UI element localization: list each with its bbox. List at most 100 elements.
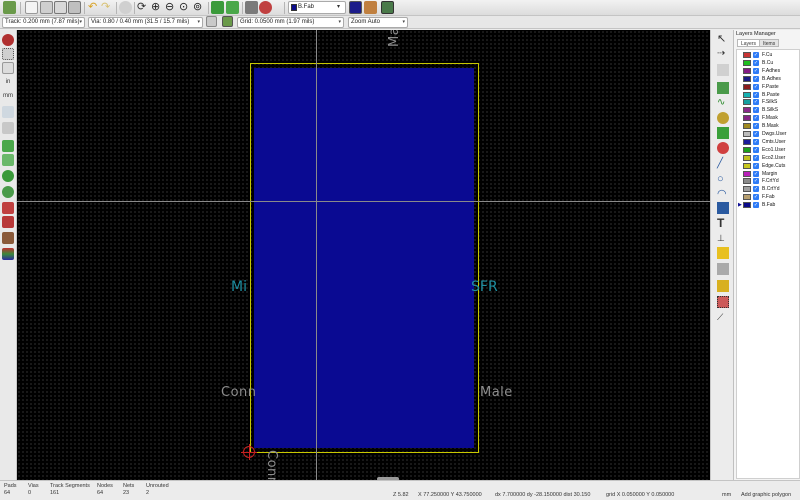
keepout-area-icon[interactable] xyxy=(717,142,729,154)
layer-row[interactable]: ✓ Margin xyxy=(737,170,799,178)
layer-color-swatch[interactable] xyxy=(743,138,751,145)
layer-color-swatch[interactable] xyxy=(743,123,751,130)
3d-viewer-icon[interactable] xyxy=(381,1,394,14)
microwave-tools-icon[interactable] xyxy=(2,232,14,244)
layer-color-swatch[interactable] xyxy=(743,131,751,137)
layer-color-swatch[interactable] xyxy=(743,67,751,74)
auto-width-icon[interactable] xyxy=(206,16,217,27)
drc-off-icon[interactable] xyxy=(2,34,14,46)
scripting-console-icon[interactable] xyxy=(364,1,377,14)
layer-visibility-checkbox[interactable]: ✓ xyxy=(753,154,759,161)
pcb-canvas[interactable]: Male Mi SFR Conn Male Conn xyxy=(17,30,710,480)
tab-items[interactable]: Items xyxy=(759,39,780,47)
layer-color-swatch[interactable] xyxy=(743,202,751,209)
layer-visibility-checkbox[interactable]: ✓ xyxy=(753,59,759,66)
layer-color-swatch[interactable] xyxy=(743,146,751,153)
units-mm-icon[interactable]: mm xyxy=(2,90,14,102)
footprint-editor-icon[interactable] xyxy=(211,1,224,14)
zoom-in-icon[interactable]: ⊕ xyxy=(151,1,164,14)
layer-visibility-checkbox[interactable]: ✓ xyxy=(753,138,759,145)
layer-visibility-checkbox[interactable]: ✓ xyxy=(753,186,759,193)
layer-visibility-checkbox[interactable]: ✓ xyxy=(753,107,759,114)
local-ratsnest-icon[interactable] xyxy=(717,64,729,76)
layer-color-swatch[interactable] xyxy=(743,170,751,177)
layer-row[interactable]: ✓ Eco1.User xyxy=(737,146,799,154)
footprint-viewer-icon[interactable] xyxy=(226,1,239,14)
layer-row[interactable]: ✓ B.Mask xyxy=(737,122,799,130)
layer-color-swatch[interactable] xyxy=(743,83,751,90)
zoom-fit-icon[interactable]: ⊙ xyxy=(179,1,192,14)
add-line-icon[interactable]: ╱ xyxy=(717,158,729,170)
layer-pair-icon[interactable] xyxy=(349,1,362,14)
set-origin-icon[interactable] xyxy=(717,280,729,292)
layer-visibility-checkbox[interactable]: ✓ xyxy=(753,178,759,185)
layer-color-swatch[interactable] xyxy=(743,75,751,82)
layer-color-swatch[interactable] xyxy=(743,107,751,114)
layer-color-swatch[interactable] xyxy=(743,91,751,98)
layer-row[interactable]: ✓ B.CrtYd xyxy=(737,185,799,193)
zone-outline-icon[interactable] xyxy=(2,154,14,166)
layer-color-swatch[interactable] xyxy=(743,115,751,122)
route-track-icon[interactable]: ∿ xyxy=(717,97,729,109)
layer-visibility-checkbox[interactable]: ✓ xyxy=(753,52,759,58)
zoom-out-icon[interactable]: ⊖ xyxy=(165,1,178,14)
layer-row[interactable]: ✓ B.Adhes xyxy=(737,75,799,83)
new-board-icon[interactable] xyxy=(25,1,38,14)
layer-row[interactable]: ✓ F.Fab xyxy=(737,193,799,201)
layer-visibility-checkbox[interactable]: ✓ xyxy=(753,162,759,169)
pcb-editor-icon[interactable] xyxy=(3,1,16,14)
layer-visibility-checkbox[interactable]: ✓ xyxy=(753,75,759,82)
layer-row[interactable]: ✓ Dwgs.User xyxy=(737,130,799,138)
polar-coords-icon[interactable] xyxy=(2,62,14,74)
layer-row[interactable]: ✓ B.Cu xyxy=(737,59,799,67)
layer-row[interactable]: ✓ B.SilkS xyxy=(737,106,799,114)
layer-row[interactable]: ✓ F.Paste xyxy=(737,83,799,91)
layer-row[interactable]: ✓ Edge.Cuts xyxy=(737,162,799,170)
delete-icon[interactable] xyxy=(717,263,729,275)
netlist-icon[interactable] xyxy=(245,1,258,14)
drc-icon[interactable] xyxy=(259,1,272,14)
via-size-select[interactable]: Via: 0.80 / 0.40 mm (31.5 / 15.7 mils) ▾ xyxy=(88,17,203,28)
redo-icon[interactable]: ↷ xyxy=(101,1,114,14)
layer-visibility-checkbox[interactable]: ✓ xyxy=(753,146,759,153)
layer-visibility-checkbox[interactable]: ✓ xyxy=(753,67,759,74)
layer-color-swatch[interactable] xyxy=(743,99,751,106)
zoom-selection-icon[interactable]: ⊚ xyxy=(193,1,206,14)
layer-row[interactable]: ✓ F.SilkS xyxy=(737,98,799,106)
layer-visibility-checkbox[interactable]: ✓ xyxy=(753,91,759,98)
zone-display-icon[interactable] xyxy=(2,140,14,152)
plot-icon[interactable] xyxy=(68,1,81,14)
layer-color-swatch[interactable] xyxy=(743,186,751,193)
select-arrow-icon[interactable]: ↖ xyxy=(717,33,729,45)
layer-row[interactable]: ✓ F.Mask xyxy=(737,114,799,122)
undo-icon[interactable]: ↶ xyxy=(88,1,101,14)
add-circle-icon[interactable]: ○ xyxy=(717,173,729,185)
layer-visibility-checkbox[interactable]: ✓ xyxy=(753,202,759,209)
layer-row[interactable]: ▶ ✓ B.Fab xyxy=(737,201,799,209)
zoom-select[interactable]: Zoom Auto ▾ xyxy=(348,17,408,28)
layer-row[interactable]: ✓ Cmts.User xyxy=(737,138,799,146)
add-text-icon[interactable]: T xyxy=(717,217,729,229)
layer-color-swatch[interactable] xyxy=(743,194,751,201)
layer-row[interactable]: ✓ Eco2.User xyxy=(737,154,799,162)
layer-visibility-checkbox[interactable]: ✓ xyxy=(753,115,759,122)
add-via-icon[interactable] xyxy=(717,112,729,124)
track-sketch-icon[interactable] xyxy=(2,170,14,182)
layer-row[interactable]: ✓ F.Adhes xyxy=(737,67,799,75)
add-footprint-icon[interactable] xyxy=(717,82,729,94)
layer-visibility-checkbox[interactable]: ✓ xyxy=(753,99,759,106)
measure-icon[interactable]: ⟋ xyxy=(717,311,729,323)
units-in-icon[interactable]: in xyxy=(2,76,14,88)
cursor-shape-icon[interactable] xyxy=(2,106,14,118)
high-contrast-icon[interactable] xyxy=(2,216,14,228)
via-sketch-icon[interactable] xyxy=(2,186,14,198)
add-dimension-icon[interactable]: ⊥ xyxy=(717,232,729,244)
refresh-icon[interactable]: ⟳ xyxy=(137,1,150,14)
layer-visibility-checkbox[interactable]: ✓ xyxy=(753,131,759,137)
layer-row[interactable]: ✓ F.CrtYd xyxy=(737,177,799,185)
layer-row[interactable]: ✓ B.Paste xyxy=(737,91,799,99)
layer-color-swatch[interactable] xyxy=(743,59,751,66)
layer-color-swatch[interactable] xyxy=(743,154,751,161)
ratsnest-icon[interactable] xyxy=(2,122,14,134)
pad-sketch-icon[interactable] xyxy=(2,202,14,214)
